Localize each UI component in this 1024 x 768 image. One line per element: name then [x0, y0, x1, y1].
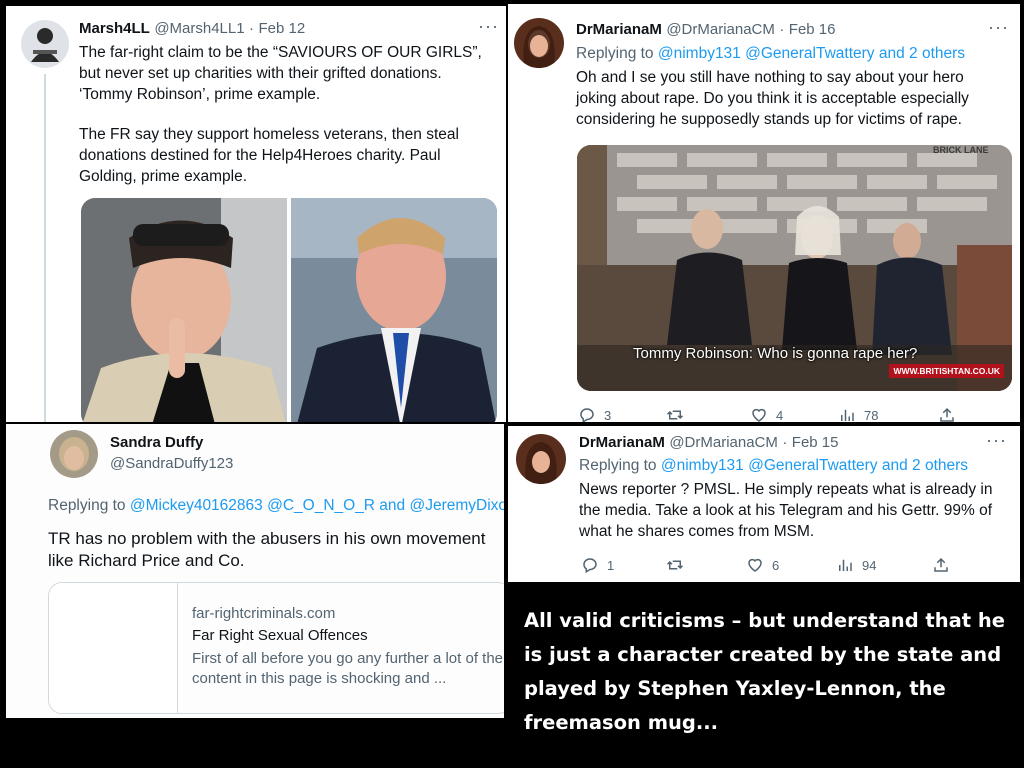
- avatar-portrait-icon: [59, 437, 89, 471]
- timestamp[interactable]: Feb 12: [259, 20, 306, 37]
- like-button[interactable]: 6: [746, 556, 779, 574]
- reply-button[interactable]: 3: [578, 406, 611, 422]
- display-name[interactable]: Sandra Duffy: [110, 434, 203, 451]
- media-grid[interactable]: [81, 198, 497, 422]
- like-icon: [752, 408, 766, 422]
- display-name[interactable]: Marsh4LL: [79, 20, 150, 37]
- replying-to-users[interactable]: @Mickey40162863 @C_O_N_O_R and @JeremyDi…: [130, 497, 504, 514]
- retweet-icon: [666, 560, 684, 570]
- share-icon: [934, 557, 948, 572]
- avatar-figure-icon: [31, 28, 59, 62]
- like-button[interactable]: 4: [750, 406, 783, 422]
- tweet-header: DrMarianaM @DrMarianaCM · Feb 15: [579, 434, 839, 451]
- tweet-marsh4ll: Marsh4LL @Marsh4LL1 · Feb 12 ··· The far…: [6, 6, 506, 422]
- reply-count: 3: [604, 407, 612, 423]
- link-card-title: Far Right Sexual Offences: [192, 627, 368, 644]
- view-count: 78: [864, 407, 879, 423]
- tweet-text: TR has no problem with the abusers in hi…: [48, 529, 486, 570]
- link-card-thumbnail: [49, 583, 178, 713]
- tweet-header: DrMarianaM @DrMarianaCM · Feb 16: [576, 21, 836, 38]
- share-icon: [940, 407, 954, 422]
- link-card-domain: far-rightcriminals.com: [192, 605, 336, 622]
- tweet-sandra-duffy: Sandra Duffy @SandraDuffy123 Replying to…: [6, 424, 504, 718]
- commentary-caption: All valid criticisms – but understand th…: [524, 609, 1006, 734]
- tweet-text-paragraph-1: The far-right claim to be the “SAVIOURS …: [79, 44, 482, 103]
- handle[interactable]: @Marsh4LL1: [154, 20, 244, 37]
- replying-label: Replying to: [48, 497, 126, 514]
- link-card-description: First of all before you go any further a…: [192, 650, 504, 687]
- reply-count: 1: [607, 557, 615, 573]
- reply-icon: [583, 558, 597, 574]
- photo-collage-image: [81, 198, 497, 422]
- tweet-drmarianam-2: DrMarianaM @DrMarianaCM · Feb 15 ··· Rep…: [508, 426, 1020, 582]
- like-icon: [748, 558, 762, 572]
- replying-to: Replying to @nimby131 @GeneralTwattery a…: [579, 457, 968, 475]
- replying-to-users[interactable]: @nimby131 @GeneralTwattery and 2 others: [658, 45, 965, 62]
- display-name[interactable]: DrMarianaM: [579, 434, 665, 451]
- video-watermark: WWW.BRITISHTAN.CO.UK: [889, 364, 1004, 378]
- replying-to-users[interactable]: @nimby131 @GeneralTwattery and 2 others: [661, 457, 968, 474]
- link-card[interactable]: far-rightcriminals.com Far Right Sexual …: [48, 582, 504, 714]
- handle[interactable]: @DrMarianaCM: [666, 21, 775, 38]
- handle[interactable]: @SandraDuffy123: [110, 455, 233, 472]
- tweet-text: Oh and I se you still have nothing to sa…: [576, 69, 969, 128]
- views-button[interactable]: 94: [836, 556, 876, 574]
- timestamp[interactable]: Feb 15: [792, 434, 839, 451]
- avatar[interactable]: [514, 18, 564, 68]
- retweet-button[interactable]: [666, 406, 684, 422]
- brick-lane-sign: BRICK LANE: [933, 145, 989, 155]
- more-icon[interactable]: ···: [988, 17, 1009, 38]
- thread-line: [44, 74, 46, 422]
- display-name[interactable]: DrMarianaM: [576, 21, 662, 38]
- more-icon[interactable]: ···: [478, 16, 499, 37]
- video-caption: Tommy Robinson: Who is gonna rape her?: [633, 345, 918, 362]
- tweet-header: Marsh4LL @Marsh4LL1 · Feb 12: [79, 20, 306, 37]
- reply-icon: [580, 408, 594, 422]
- timestamp[interactable]: Feb 16: [789, 21, 836, 38]
- like-count: 4: [776, 407, 784, 423]
- retweet-button[interactable]: [666, 556, 684, 574]
- views-button[interactable]: 78: [838, 406, 878, 422]
- replying-label: Replying to: [579, 457, 657, 474]
- avatar[interactable]: [516, 434, 566, 484]
- reply-button[interactable]: 1: [581, 556, 614, 574]
- views-icon: [841, 409, 854, 421]
- share-button[interactable]: [932, 556, 950, 574]
- share-button[interactable]: [938, 406, 956, 422]
- avatar[interactable]: [21, 20, 69, 68]
- avatar[interactable]: [50, 430, 98, 478]
- tweet-text: News reporter ? PMSL. He simply repeats …: [579, 481, 993, 540]
- replying-label: Replying to: [576, 45, 654, 62]
- views-icon: [839, 559, 852, 571]
- video-thumbnail[interactable]: BRICK LANE Tommy Robinson: Who is gonna …: [577, 145, 1012, 391]
- retweet-icon: [666, 410, 684, 420]
- handle[interactable]: @DrMarianaCM: [669, 434, 778, 451]
- view-count: 94: [862, 557, 877, 573]
- replying-to: Replying to @Mickey40162863 @C_O_N_O_R a…: [48, 497, 504, 515]
- avatar-portrait-icon: [525, 442, 557, 484]
- tweet-text-paragraph-2: The FR say they support homeless veteran…: [79, 126, 459, 185]
- like-count: 6: [772, 557, 780, 573]
- tweet-drmarianam-1: DrMarianaM @DrMarianaCM · Feb 16 ··· Rep…: [508, 4, 1020, 422]
- avatar-portrait-icon: [523, 26, 555, 68]
- more-icon[interactable]: ···: [986, 430, 1007, 451]
- replying-to: Replying to @nimby131 @GeneralTwattery a…: [576, 45, 965, 63]
